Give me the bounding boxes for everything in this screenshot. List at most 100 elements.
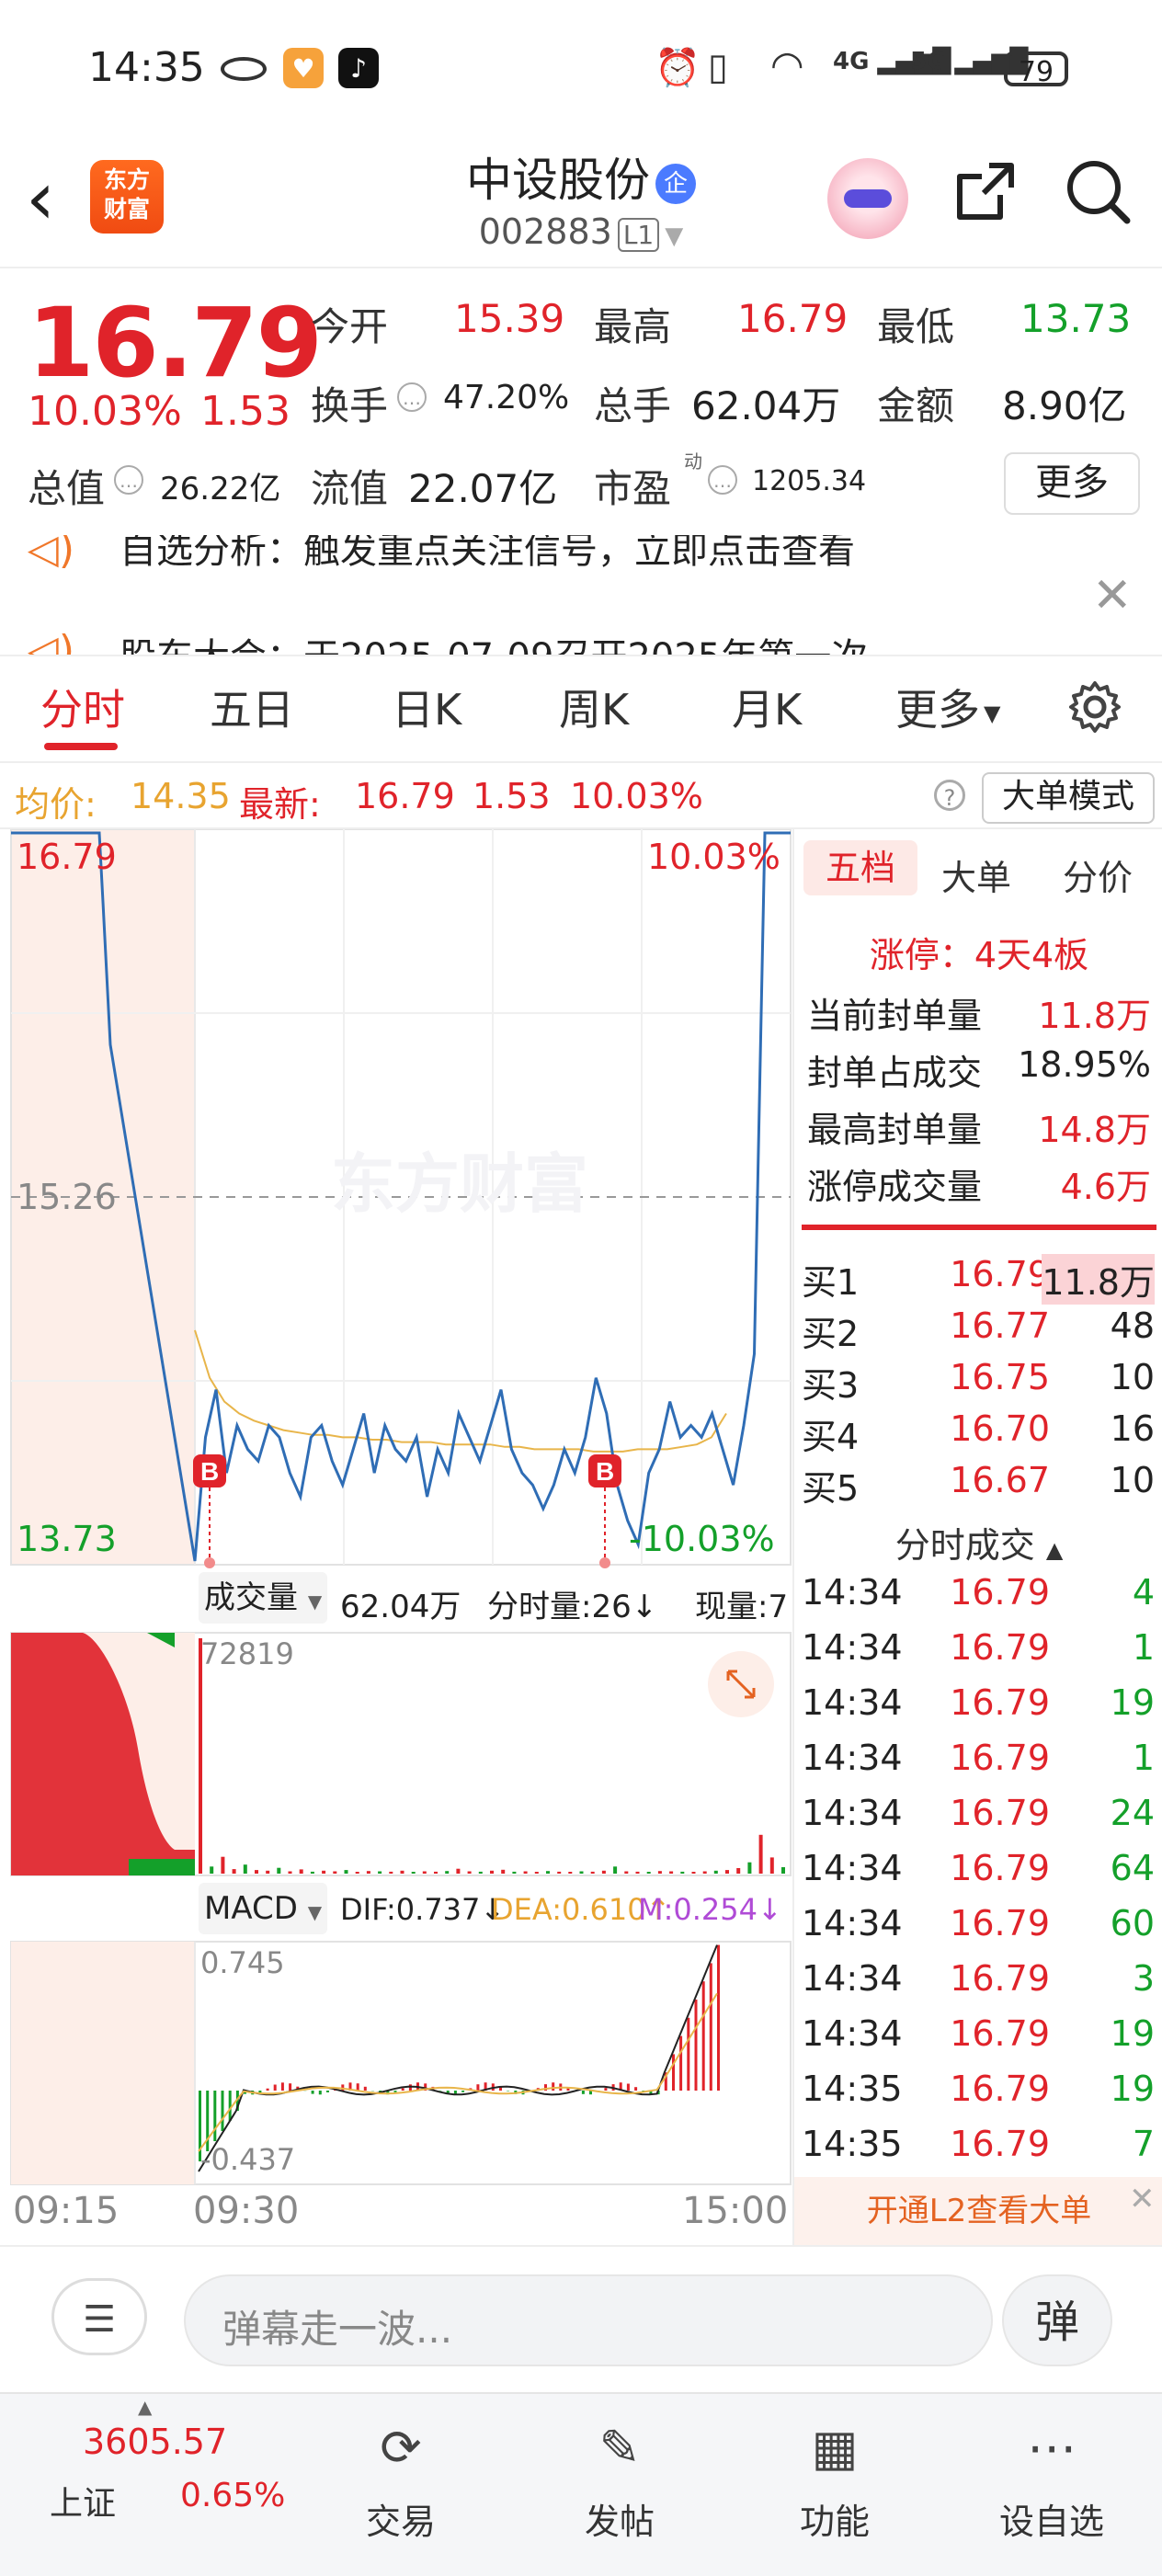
danmaku-toggle-button[interactable]: 弹	[1002, 2274, 1112, 2366]
search-icon[interactable]	[1063, 156, 1133, 226]
macd-bar	[222, 2091, 224, 2131]
volume-bar	[636, 1872, 640, 1874]
high-value: 16.79	[737, 296, 848, 341]
macd-bar	[582, 2091, 585, 2094]
pe-value: 1205.34	[752, 465, 866, 497]
tick-time: 14:34	[802, 1682, 903, 1723]
help-icon[interactable]: ?	[934, 780, 965, 811]
volume-bar	[345, 1870, 348, 1874]
volume-bar	[736, 1868, 740, 1874]
speaker-icon: ◁)	[28, 535, 74, 573]
time-label-open-auction: 09:15	[13, 2190, 119, 2232]
order-book-row[interactable]: 买5 16.67 10	[802, 1460, 1155, 1511]
tab-weekly-k[interactable]: 周K	[559, 677, 629, 737]
tick-row: 14:3416.793	[802, 1958, 1155, 2013]
tick-volume: 19	[1111, 2013, 1155, 2054]
tick-time: 14:34	[802, 1958, 903, 1999]
notice-line2[interactable]: 股东大会：于2025-07-09召开2025年第一次	[120, 627, 868, 656]
open-label: 今开	[311, 296, 388, 352]
info-icon[interactable]: …	[397, 382, 427, 412]
notice-ticker[interactable]: ◁) 自选分析：触发重点关注信号，立即点击查看 ◁) 股东大会：于2025-07…	[0, 535, 1162, 656]
order-book-row[interactable]: 买4 16.70 16	[802, 1408, 1155, 1460]
tab-price-distribution[interactable]: 分价	[1063, 849, 1133, 900]
amount-label: 金额	[877, 375, 954, 431]
volume-bar	[624, 1872, 628, 1875]
book-volume: 10	[1111, 1460, 1155, 1500]
tab-intraday[interactable]: 分时	[40, 677, 125, 737]
book-level: 买4	[802, 1408, 859, 1459]
current-volume: 现量:7	[695, 1581, 787, 1626]
order-panel: 五档 大单 分价 涨停：4天4板 当前封单量 11.8万 封单占成交 18.95…	[792, 829, 1162, 2245]
auction-green-shape	[129, 1859, 195, 1875]
tab-more[interactable]: 更多▼	[895, 677, 1000, 737]
book-volume: 11.8万	[1042, 1254, 1155, 1305]
nav-post[interactable]: ✎ 发帖	[528, 2416, 712, 2544]
chart-info-line: 均价: 14.35 最新: 16.79 1.53 10.03% ? 大单模式	[0, 763, 1162, 829]
volume-bar	[781, 1867, 785, 1874]
ticks-title[interactable]: 分时成交 ▲	[794, 1517, 1162, 1567]
danmaku-placeholder: 弹幕走一波...	[222, 2298, 452, 2354]
low-label: 最低	[877, 296, 954, 352]
tick-price: 16.79	[949, 1903, 1050, 1943]
notice-line1[interactable]: 自选分析：触发重点关注信号，立即点击查看	[120, 535, 855, 574]
volume-bar	[412, 1872, 416, 1874]
volume-bar	[434, 1872, 438, 1874]
grid-icon: ▦	[803, 2416, 867, 2480]
volume-bar	[468, 1872, 472, 1875]
index-ticker[interactable]: ▲ 3605.57 上证 0.65%	[0, 2394, 221, 2576]
macd-indicator-label: MACD	[204, 1890, 298, 1927]
settings-gear-icon[interactable]	[1066, 678, 1123, 735]
nav-functions[interactable]: ▦ 功能	[743, 2416, 927, 2544]
macd-indicator-select[interactable]: MACD ▼	[199, 1883, 327, 1934]
book-level: 买2	[802, 1305, 859, 1356]
volume-bar	[501, 1870, 505, 1874]
tab-five-day[interactable]: 五日	[210, 677, 294, 737]
tab-big-orders[interactable]: 大单	[941, 849, 1011, 900]
danmaku-input[interactable]: 弹幕走一波...	[184, 2274, 993, 2366]
l2-banner-text: 开通L2查看大单	[867, 2193, 1092, 2229]
volume-bar	[456, 1869, 460, 1874]
close-icon[interactable]: ✕	[1092, 568, 1133, 623]
stat-label: 封单占成交	[807, 1044, 982, 1095]
intraday-chart[interactable]: 东方财富 BB 16.79 10.03% 15.26 13.73 -10.03%…	[0, 829, 792, 2245]
time-label-open: 09:30	[193, 2190, 299, 2232]
tab-monthly-k[interactable]: 月K	[732, 677, 802, 737]
macd-bar	[274, 2085, 277, 2092]
time-label-close: 15:00	[682, 2190, 788, 2232]
volume-bar	[613, 1866, 617, 1874]
volume-indicator-select[interactable]: 成交量 ▼	[199, 1572, 327, 1624]
info-icon[interactable]: …	[114, 465, 143, 495]
battery-icon: 79	[1004, 51, 1068, 86]
big-order-mode-button[interactable]: 大单模式	[982, 772, 1155, 824]
macd-bar	[258, 2091, 261, 2092]
high-label: 最高	[594, 296, 671, 352]
order-book-row[interactable]: 买3 16.75 10	[802, 1357, 1155, 1408]
tab-daily-k[interactable]: 日K	[392, 677, 461, 737]
more-button[interactable]: 更多	[1004, 452, 1140, 515]
volume-bar	[759, 1835, 763, 1874]
ai-robot-icon[interactable]	[827, 158, 908, 239]
change-amount: 1.53	[200, 388, 290, 435]
order-book-row[interactable]: 买1 16.79 11.8万	[802, 1254, 1155, 1305]
stat-label: 涨停成交量	[807, 1158, 982, 1209]
comment-list-icon[interactable]: ☰	[51, 2278, 147, 2355]
edit-icon: ✎	[587, 2416, 652, 2480]
macd-dif: DIF:0.737↓	[340, 1892, 505, 1927]
yen-cycle-icon: ⟳	[369, 2416, 433, 2480]
order-book-row[interactable]: 买2 16.77 48	[802, 1305, 1155, 1357]
volume-bar	[602, 1871, 606, 1874]
tick-row: 14:3416.7964	[802, 1848, 1155, 1903]
macd-bar	[695, 2000, 698, 2091]
macd-bar	[319, 2091, 322, 2094]
macd-bar	[634, 2087, 637, 2091]
l2-upgrade-banner[interactable]: 开通L2查看大单	[794, 2177, 1162, 2245]
tab-five-levels[interactable]: 五档	[803, 840, 917, 895]
nav-trade[interactable]: ⟳ 交易	[309, 2416, 493, 2544]
nav-add-watchlist[interactable]: ⋯ 设自选	[960, 2416, 1144, 2544]
close-icon[interactable]: ✕	[1129, 2181, 1156, 2217]
share-icon[interactable]	[952, 158, 1019, 224]
volume-bar	[647, 1872, 651, 1874]
info-icon[interactable]: …	[708, 465, 737, 495]
tick-volume: 3	[1133, 1958, 1155, 1999]
tick-list[interactable]: 14:3416.79414:3416.79114:3416.791914:341…	[794, 1572, 1162, 2179]
